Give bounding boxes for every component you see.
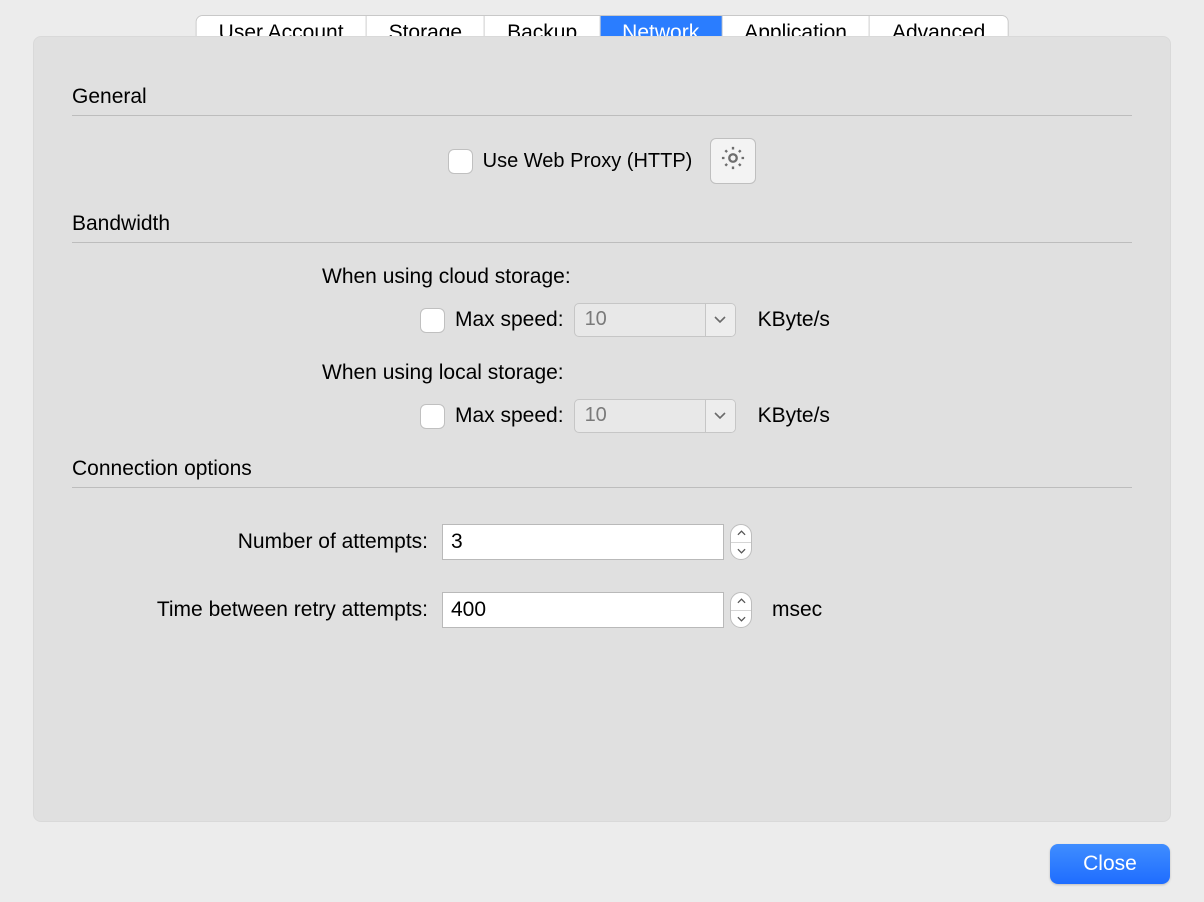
settings-panel: General Use Web Proxy (HTTP) Bandwidth W…: [33, 36, 1171, 822]
cloud-max-speed-checkbox[interactable]: [420, 308, 445, 333]
stepper-up-icon[interactable]: [731, 593, 751, 611]
retry-unit: msec: [772, 598, 822, 622]
local-max-speed-label: Max speed:: [455, 404, 564, 428]
bandwidth-local-title: When using local storage:: [322, 361, 1132, 385]
divider: [72, 115, 1132, 116]
stepper-down-icon[interactable]: [731, 611, 751, 628]
attempts-stepper[interactable]: [730, 524, 752, 560]
attempts-input[interactable]: [442, 524, 724, 560]
proxy-settings-button[interactable]: [710, 138, 756, 184]
use-web-proxy-checkbox[interactable]: [448, 149, 473, 174]
divider: [72, 487, 1132, 488]
local-max-speed-checkbox[interactable]: [420, 404, 445, 429]
local-max-speed-combo[interactable]: 10: [574, 399, 736, 433]
section-title-connection: Connection options: [72, 457, 1132, 481]
local-max-speed-unit: KByte/s: [758, 404, 830, 428]
cloud-max-speed-combo[interactable]: 10: [574, 303, 736, 337]
retry-label: Time between retry attempts:: [72, 598, 442, 622]
section-title-bandwidth: Bandwidth: [72, 212, 1132, 236]
retry-stepper[interactable]: [730, 592, 752, 628]
stepper-up-icon[interactable]: [731, 525, 751, 543]
divider: [72, 242, 1132, 243]
gear-icon: [719, 144, 747, 178]
bandwidth-cloud-title: When using cloud storage:: [322, 265, 1132, 289]
retry-input[interactable]: [442, 592, 724, 628]
use-web-proxy-label: Use Web Proxy (HTTP): [483, 150, 693, 173]
stepper-down-icon[interactable]: [731, 543, 751, 560]
local-max-speed-value: 10: [575, 400, 705, 432]
cloud-max-speed-label: Max speed:: [455, 308, 564, 332]
cloud-max-speed-unit: KByte/s: [758, 308, 830, 332]
close-button[interactable]: Close: [1050, 844, 1170, 884]
attempts-label: Number of attempts:: [72, 530, 442, 554]
chevron-down-icon: [705, 400, 735, 432]
section-title-general: General: [72, 85, 1132, 109]
cloud-max-speed-value: 10: [575, 304, 705, 336]
chevron-down-icon: [705, 304, 735, 336]
